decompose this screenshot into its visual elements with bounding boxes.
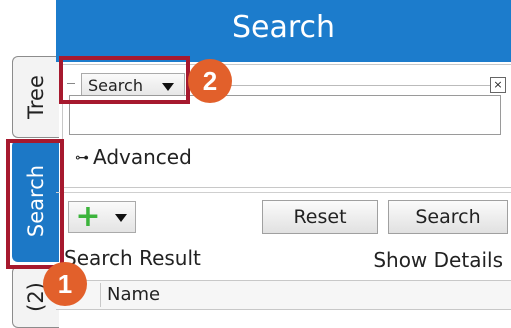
chevron-down-icon xyxy=(115,214,127,222)
callout-badge-1: 1 xyxy=(43,262,87,306)
panel-title: Search xyxy=(231,10,336,45)
results-table-header: Name xyxy=(56,280,511,310)
search-button[interactable]: Search xyxy=(388,200,508,234)
advanced-toggle[interactable]: ⊶ Advanced xyxy=(75,145,192,169)
callout-box-search-mode xyxy=(59,56,190,104)
group-border-line xyxy=(191,85,490,86)
column-header-name[interactable]: Name xyxy=(100,283,160,307)
advanced-label: Advanced xyxy=(93,145,192,169)
tab-tree-label: Tree xyxy=(24,75,48,119)
plus-icon: + xyxy=(75,199,101,234)
close-icon[interactable]: × xyxy=(490,77,506,93)
tab-tree[interactable]: Tree xyxy=(12,56,59,138)
panel-header: Search xyxy=(56,0,511,62)
show-details-link[interactable]: Show Details xyxy=(373,248,503,272)
reset-button[interactable]: Reset xyxy=(262,200,378,234)
add-button[interactable]: + xyxy=(68,201,136,233)
callout-box-search-tab xyxy=(6,139,64,269)
search-result-heading: Search Result xyxy=(64,246,201,270)
search-toolbar: + Reset Search xyxy=(56,192,511,239)
key-icon: ⊶ xyxy=(75,150,89,166)
callout-badge-2: 2 xyxy=(188,59,232,103)
